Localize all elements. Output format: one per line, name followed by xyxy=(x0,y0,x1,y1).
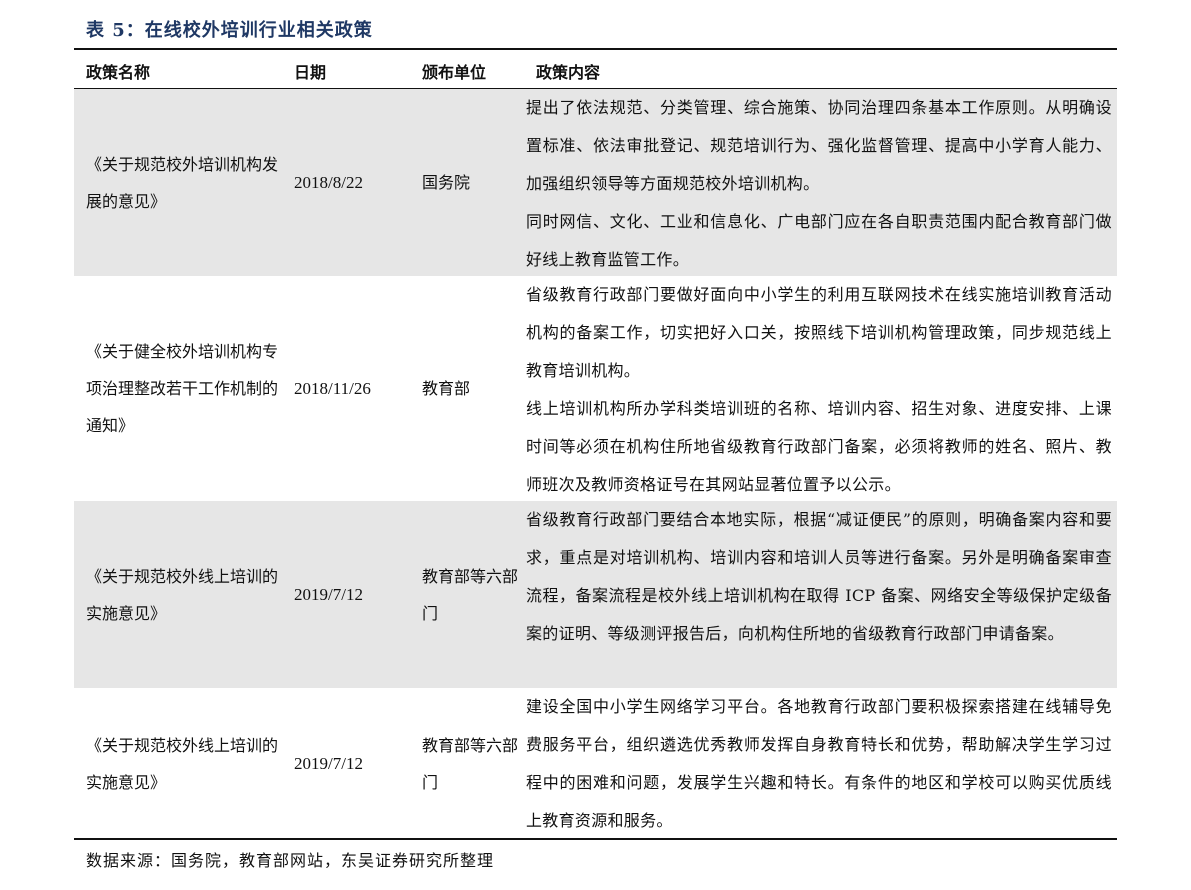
policy-name: 《关于健全校外培训机构专项治理整改若干工作机制的通知》 xyxy=(86,342,279,435)
table-row: 《关于规范校外线上培训的实施意见》 2019/7/12 教育部等六部门 省级教育… xyxy=(74,501,1117,688)
header-content: 政策内容 xyxy=(536,63,601,82)
table-row: 《关于规范校外培训机构发展的意见》 2018/8/22 国务院 提出了依法规范、… xyxy=(74,89,1117,276)
policy-content: 省级教育行政部门要结合本地实际，根据“减证便民”的原则，明确备案内容和要求，重点… xyxy=(526,501,1112,688)
policy-date: 2018/11/26 xyxy=(294,378,371,398)
policy-name: 《关于规范校外线上培训的实施意见》 xyxy=(86,736,279,792)
policy-date: 2019/7/12 xyxy=(294,754,363,773)
table-header-row: 政策名称 日期 颁布单位 政策内容 xyxy=(74,48,1117,89)
policy-content: 提出了依法规范、分类管理、综合施策、协同治理四条基本工作原则。从明确设置标准、依… xyxy=(526,89,1112,276)
table-row: 《关于规范校外线上培训的实施意见》 2019/7/12 教育部等六部门 建设全国… xyxy=(74,688,1117,840)
policy-issuer: 教育部等六部门 xyxy=(422,736,519,792)
policy-content: 建设全国中小学生网络学习平台。各地教育行政部门要积极探索搭建在线辅导免费服务平台… xyxy=(526,688,1112,840)
policy-content: 省级教育行政部门要做好面向中小学生的利用互联网技术在线实施培训教育活动机构的备案… xyxy=(526,276,1112,501)
policy-date: 2019/7/12 xyxy=(294,584,363,604)
policy-issuer: 国务院 xyxy=(422,173,471,192)
policy-issuer: 教育部 xyxy=(422,379,471,398)
policy-issuer: 教育部等六部门 xyxy=(422,566,519,623)
table-caption: 表 5：在线校外培训行业相关政策 xyxy=(86,20,373,41)
content-paragraph: 线上培训机构所办学科类培训班的名称、培训内容、招生对象、进度安排、上课时间等必须… xyxy=(526,399,1112,494)
content-paragraph: 建设全国中小学生网络学习平台。各地教育行政部门要积极探索搭建在线辅导免费服务平台… xyxy=(526,697,1112,830)
content-paragraph: 省级教育行政部门要做好面向中小学生的利用互联网技术在线实施培训教育活动机构的备案… xyxy=(526,285,1112,380)
table-row: 《关于健全校外培训机构专项治理整改若干工作机制的通知》 2018/11/26 教… xyxy=(74,276,1117,501)
table-bottom-rule xyxy=(74,838,1117,840)
policy-name: 《关于规范校外线上培训的实施意见》 xyxy=(86,566,279,623)
header-date: 日期 xyxy=(294,63,327,82)
content-paragraph: 提出了依法规范、分类管理、综合施策、协同治理四条基本工作原则。从明确设置标准、依… xyxy=(526,98,1112,193)
content-paragraph: 同时网信、文化、工业和信息化、广电部门应在各自职责范围内配合教育部门做好线上教育… xyxy=(526,212,1112,269)
policy-date: 2018/8/22 xyxy=(294,172,363,192)
header-policy-name: 政策名称 xyxy=(86,63,151,82)
policy-table: 政策名称 日期 颁布单位 政策内容 《关于规范校外培训机构发展的意见》 2018… xyxy=(74,48,1117,840)
policy-name: 《关于规范校外培训机构发展的意见》 xyxy=(86,154,279,211)
data-source-note: 数据来源：国务院，教育部网站，东吴证券研究所整理 xyxy=(86,851,495,870)
content-paragraph: 省级教育行政部门要结合本地实际，根据“减证便民”的原则，明确备案内容和要求，重点… xyxy=(526,510,1112,643)
header-issuer: 颁布单位 xyxy=(422,63,487,82)
cropped-text-above xyxy=(0,0,1191,6)
